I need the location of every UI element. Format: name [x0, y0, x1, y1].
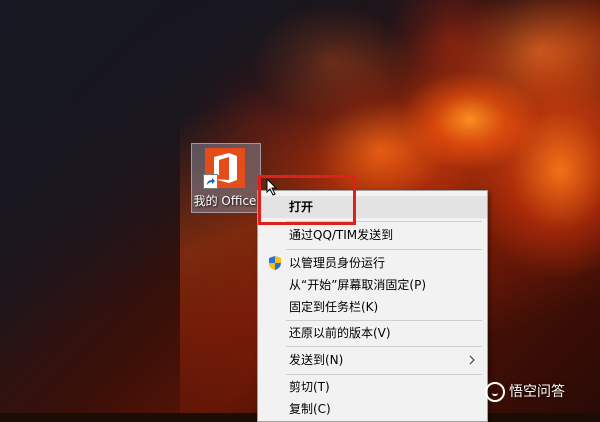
- menu-item-label: 固定到任务栏(K): [289, 300, 379, 314]
- menu-item-label: 还原以前的版本(V): [289, 326, 391, 340]
- menu-item-unpin-start[interactable]: 从“开始”屏幕取消固定(P): [258, 274, 487, 296]
- menu-separator: [286, 249, 482, 250]
- desktop-icon-label[interactable]: 我的 Office: [191, 192, 259, 209]
- menu-item-label: 剪切(T): [289, 380, 330, 394]
- shortcut-arrow-icon: [203, 174, 218, 189]
- menu-item-label: 以管理员身份运行: [289, 256, 386, 270]
- menu-item-run-as-admin[interactable]: 以管理员身份运行: [258, 252, 487, 274]
- menu-item-restore-versions[interactable]: 还原以前的版本(V): [258, 322, 487, 344]
- menu-item-send-to[interactable]: 发送到(N): [258, 349, 487, 371]
- menu-separator: [286, 374, 482, 375]
- menu-separator: [286, 320, 482, 321]
- menu-item-label: 从“开始”屏幕取消固定(P): [289, 278, 427, 292]
- watermark: 悟空问答: [485, 380, 565, 404]
- menu-item-cut[interactable]: 剪切(T): [258, 376, 487, 398]
- menu-separator: [286, 346, 482, 347]
- watermark-text: 悟空问答: [509, 384, 565, 400]
- menu-item-pin-taskbar[interactable]: 固定到任务栏(K): [258, 296, 487, 318]
- wukong-logo-icon: [485, 382, 505, 402]
- mouse-cursor-icon: [266, 178, 278, 196]
- menu-item-send-via-qq[interactable]: 通过QQ/TIM发送到: [258, 224, 487, 246]
- menu-item-label: 发送到(N): [289, 353, 344, 367]
- menu-item-label: 通过QQ/TIM发送到: [289, 228, 394, 242]
- menu-item-copy[interactable]: 复制(C): [258, 398, 487, 420]
- menu-item-label: 复制(C): [289, 402, 331, 416]
- chevron-right-icon: [469, 355, 475, 365]
- uac-shield-icon: [269, 256, 281, 270]
